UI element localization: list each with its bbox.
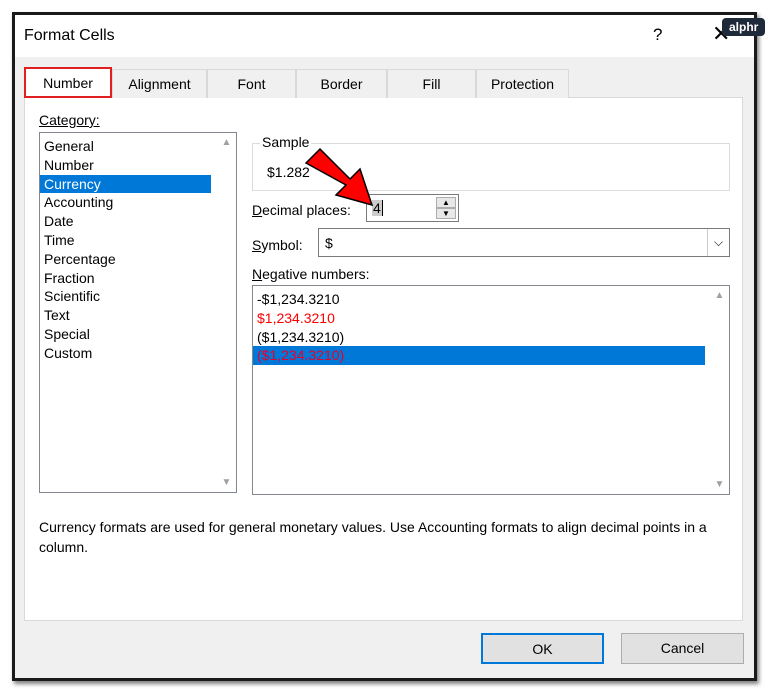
tab-protection[interactable]: Protection (476, 69, 569, 98)
tab-font[interactable]: Font (207, 69, 296, 98)
category-item[interactable]: Fraction (40, 269, 211, 288)
category-item[interactable]: General (40, 137, 211, 156)
spin-up-icon[interactable]: ▲ (436, 197, 456, 208)
dialog-title: Format Cells (24, 27, 115, 44)
category-item[interactable]: Currency (40, 174, 211, 194)
category-item[interactable]: Text (40, 306, 211, 325)
scroll-up-icon[interactable]: ▲ (217, 137, 236, 148)
symbol-value: $ (325, 235, 333, 251)
tab-alignment[interactable]: Alignment (112, 69, 207, 98)
tab-border[interactable]: Border (296, 69, 387, 98)
negative-format-item[interactable]: -$1,234.3210 (253, 290, 705, 309)
negative-numbers-scrollbar[interactable]: ▲ ▼ (710, 286, 729, 494)
category-item[interactable]: Time (40, 231, 211, 250)
category-item[interactable]: Scientific (40, 287, 211, 306)
chevron-down-icon[interactable]: ⌵ (707, 229, 729, 256)
symbol-select[interactable]: $ ⌵ (318, 228, 730, 257)
category-item[interactable]: Special (40, 325, 211, 344)
ok-button[interactable]: OK (481, 633, 604, 664)
tab-fill[interactable]: Fill (387, 69, 476, 98)
decimal-places-spinner[interactable]: 4 ▲ ▼ (366, 194, 459, 222)
negative-format-item[interactable]: $1,234.3210 (253, 309, 705, 328)
alphr-watermark: alphr (722, 18, 766, 36)
cancel-button[interactable]: Cancel (621, 633, 744, 664)
category-item[interactable]: Accounting (40, 193, 211, 212)
category-item[interactable]: Number (40, 156, 211, 175)
spin-down-icon[interactable]: ▼ (436, 208, 456, 219)
negative-format-item[interactable]: ($1,234.3210) (253, 328, 705, 347)
format-cells-dialog: Format Cells ? ✕ alphr Number Alignment … (12, 12, 766, 681)
category-description: Currency formats are used for general mo… (39, 519, 707, 555)
category-item[interactable]: Custom (40, 344, 211, 363)
negative-numbers-list[interactable]: -$1,234.3210 $1,234.3210 ($1,234.3210) ($1,… (252, 285, 730, 495)
category-list[interactable]: General Number Currency Accounting Date Time P… (39, 132, 237, 493)
red-arrow-annotation (304, 147, 374, 207)
scroll-up-icon[interactable]: ▲ (710, 290, 729, 301)
category-item[interactable]: Percentage (40, 250, 211, 269)
category-scrollbar[interactable]: ▲ ▼ (217, 133, 236, 492)
tab-number[interactable]: Number (24, 67, 112, 98)
negative-numbers-label: Negative numbers: (252, 266, 370, 282)
negative-format-item[interactable]: ($1,234.3210) (253, 346, 705, 366)
category-label: Category: (39, 112, 100, 128)
title-bar: Format Cells ? ✕ (15, 15, 754, 57)
scroll-down-icon[interactable]: ▼ (217, 477, 236, 488)
help-button[interactable]: ? (653, 25, 662, 45)
category-item[interactable]: Date (40, 212, 211, 231)
scroll-down-icon[interactable]: ▼ (710, 479, 729, 490)
symbol-label: Symbol: (252, 237, 303, 253)
